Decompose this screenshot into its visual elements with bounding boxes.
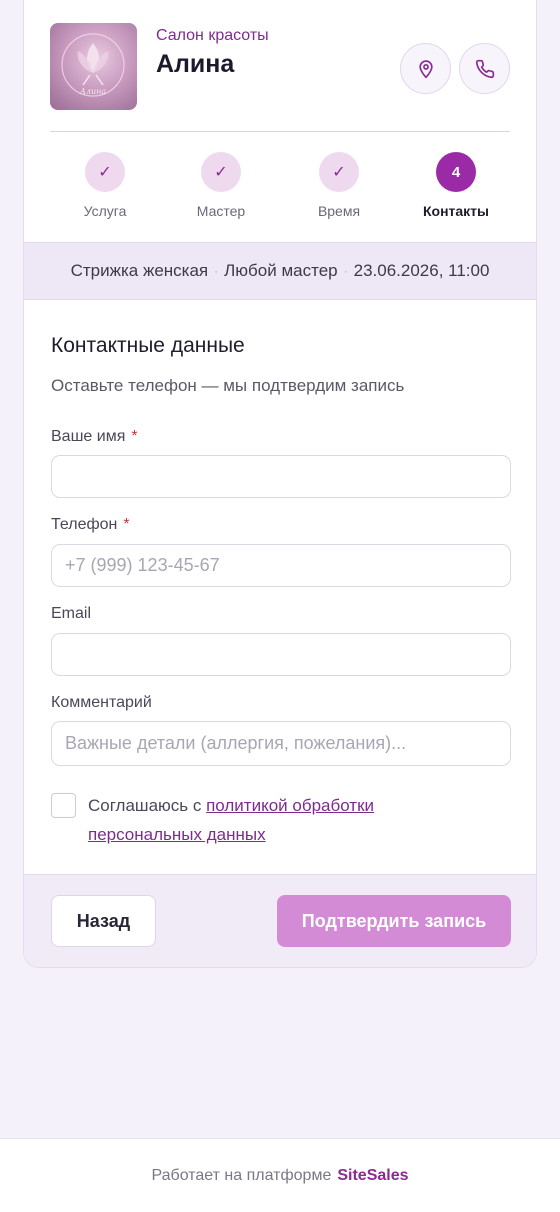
location-pin-icon [418, 59, 433, 78]
form-title: Контактные данные [51, 334, 245, 357]
svg-text:Алина: Алина [79, 87, 107, 96]
email-label: Email [51, 605, 92, 622]
summary-service: Стрижка женская [70, 261, 209, 280]
check-icon: ✓ [85, 152, 125, 192]
step-service[interactable]: ✓ Услуга [50, 152, 160, 219]
name-label: Ваше имя * [51, 428, 138, 445]
step-label: Услуга [83, 203, 127, 219]
summary-separator: · [343, 264, 348, 278]
call-button[interactable] [459, 43, 510, 94]
booking-card: Алина Салон красоты Алина ✓ Услуга ✓ Мас… [23, 0, 537, 968]
consent-checkbox[interactable] [51, 793, 76, 818]
page-footer: Работает на платформе SiteSales [0, 1138, 560, 1212]
check-icon: ✓ [201, 152, 241, 192]
footer-brand-link[interactable]: SiteSales [337, 1167, 408, 1185]
salon-header: Алина Салон красоты Алина ✓ Услуга ✓ Мас… [24, 0, 536, 242]
required-mark: * [131, 428, 138, 445]
salon-name: Алина [156, 50, 235, 78]
phone-label: Телефон * [51, 516, 130, 533]
location-button[interactable] [400, 43, 451, 94]
step-number: 4 [436, 152, 476, 192]
required-mark: * [123, 516, 130, 533]
actions-bar: Назад Подтвердить запись [24, 874, 536, 967]
consent-text: Соглашаюсь с политикой обработки персона… [88, 796, 375, 844]
step-master[interactable]: ✓ Мастер [166, 152, 276, 219]
summary-separator: · [214, 264, 219, 278]
step-time[interactable]: ✓ Время [284, 152, 394, 219]
form-subtitle: Оставьте телефон — мы подтвердим запись [51, 376, 405, 395]
phone-input[interactable] [51, 544, 511, 587]
footer-text: Работает на платформе [151, 1166, 332, 1184]
check-icon: ✓ [319, 152, 359, 192]
salon-type: Салон красоты [156, 27, 269, 44]
comment-input[interactable] [51, 721, 511, 766]
salon-logo: Алина [50, 23, 137, 110]
confirm-booking-button[interactable]: Подтвердить запись [277, 895, 511, 947]
step-label: Время [317, 203, 361, 219]
email-input[interactable] [51, 633, 511, 676]
name-input[interactable] [51, 455, 511, 498]
booking-summary: Стрижка женская · Любой мастер · 23.06.2… [24, 242, 536, 300]
step-label: Мастер [196, 203, 246, 219]
back-button[interactable]: Назад [51, 895, 156, 947]
step-contacts: 4 Контакты [401, 152, 511, 219]
summary-datetime: 23.06.2026, 11:00 [353, 261, 490, 280]
step-label: Контакты [422, 203, 489, 219]
comment-label: Комментарий [51, 694, 152, 711]
phone-icon [475, 59, 494, 78]
summary-master: Любой мастер [224, 261, 338, 280]
header-divider [50, 131, 510, 132]
